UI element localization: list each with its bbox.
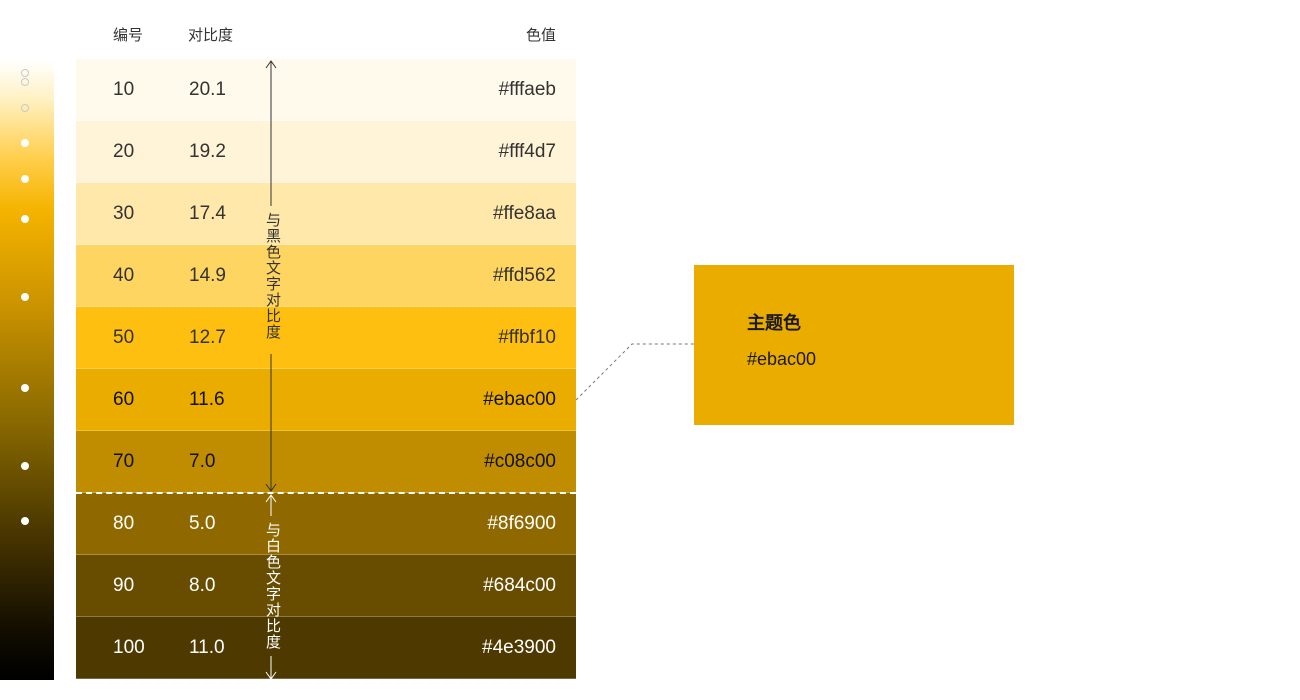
row-contrast: 5.0 bbox=[189, 513, 216, 534]
threshold-divider bbox=[76, 492, 576, 494]
gradient-marker-dot bbox=[21, 215, 29, 223]
gradient-marker-dot bbox=[21, 517, 29, 525]
row-contrast: 11.0 bbox=[189, 637, 225, 658]
gradient-marker-dot bbox=[21, 69, 29, 77]
row-code: 70 bbox=[113, 451, 135, 472]
row-code: 20 bbox=[113, 141, 135, 162]
row-code: 100 bbox=[113, 637, 145, 658]
primary-connector-line bbox=[575, 343, 694, 401]
row-code: 90 bbox=[113, 575, 135, 596]
table-row: 30 17.4 #ffe8aa bbox=[76, 183, 576, 245]
row-contrast: 11.6 bbox=[189, 389, 225, 410]
row-hex: #4e3900 bbox=[482, 637, 556, 658]
row-code: 50 bbox=[113, 327, 135, 348]
table-row: 90 8.0 #684c00 bbox=[76, 555, 576, 617]
table-row: 100 11.0 #4e3900 bbox=[76, 617, 576, 679]
row-contrast: 7.0 bbox=[189, 451, 216, 472]
row-hex: #ffbf10 bbox=[498, 327, 556, 348]
row-contrast: 20.1 bbox=[189, 79, 226, 100]
row-contrast: 14.9 bbox=[189, 265, 226, 286]
white-contrast-label: 与白色文字对比度 bbox=[264, 522, 281, 650]
header-code: 编号 bbox=[113, 27, 144, 44]
table-row: 80 5.0 #8f6900 bbox=[76, 493, 576, 555]
black-contrast-label: 与黑色文字对比度 bbox=[264, 212, 281, 340]
row-contrast: 8.0 bbox=[189, 575, 216, 596]
row-hex: #8f6900 bbox=[487, 513, 556, 534]
gradient-marker-dot bbox=[21, 104, 29, 112]
row-hex: #ffd562 bbox=[492, 265, 556, 286]
primary-color-hex: #ebac00 bbox=[747, 349, 817, 369]
color-gradient-bar bbox=[0, 60, 54, 680]
header-contrast: 对比度 bbox=[188, 27, 234, 44]
row-hex: #fff4d7 bbox=[498, 141, 556, 162]
row-hex: #fffaeb bbox=[498, 79, 556, 100]
row-hex: #ffe8aa bbox=[492, 203, 556, 224]
table-row: 50 12.7 #ffbf10 bbox=[76, 307, 576, 369]
row-code: 60 bbox=[113, 389, 135, 410]
table-row: 70 7.0 #c08c00 bbox=[76, 431, 576, 493]
table-row: 20 19.2 #fff4d7 bbox=[76, 121, 576, 183]
gradient-marker-dot bbox=[21, 384, 29, 392]
row-contrast: 19.2 bbox=[189, 141, 226, 162]
gradient-marker-dot bbox=[21, 139, 29, 147]
row-code: 10 bbox=[113, 79, 135, 100]
primary-color-title: 主题色 bbox=[747, 313, 801, 333]
row-hex: #c08c00 bbox=[484, 451, 556, 472]
table-row: 10 20.1 #fffaeb bbox=[76, 59, 576, 121]
row-hex: #684c00 bbox=[483, 575, 556, 596]
table-row: 40 14.9 #ffd562 bbox=[76, 245, 576, 307]
row-code: 30 bbox=[113, 203, 135, 224]
gradient-marker-dot bbox=[21, 78, 29, 86]
header-hex: 色值 bbox=[526, 27, 557, 44]
primary-color-card: 主题色 #ebac00 bbox=[694, 265, 1014, 425]
row-code: 80 bbox=[113, 513, 135, 534]
gradient-marker-dot bbox=[21, 175, 29, 183]
row-contrast: 17.4 bbox=[189, 203, 226, 224]
table-row: 60 11.6 #ebac00 bbox=[76, 369, 576, 431]
row-code: 40 bbox=[113, 265, 135, 286]
row-hex: #ebac00 bbox=[483, 389, 556, 410]
row-contrast: 12.7 bbox=[189, 327, 226, 348]
row-separator bbox=[76, 678, 576, 679]
gradient-marker-dot bbox=[21, 462, 29, 470]
gradient-marker-dot bbox=[21, 293, 29, 301]
